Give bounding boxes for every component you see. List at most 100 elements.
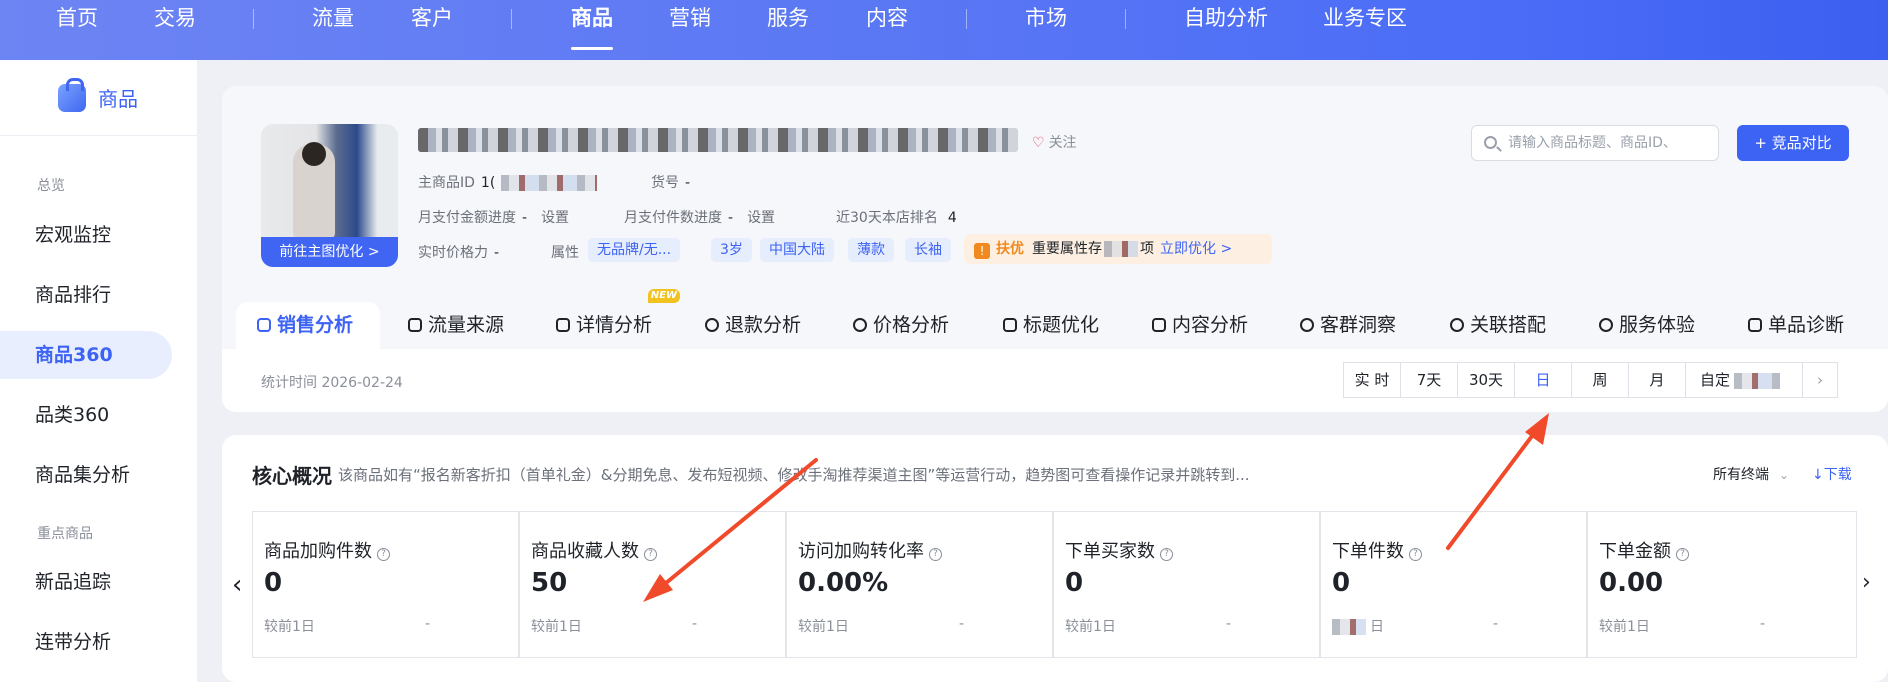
tab-label: 关联搭配 [1470,314,1547,336]
pay-count-set-link[interactable]: 设置 [747,210,775,226]
title-icon [1003,318,1017,332]
nav-traffic[interactable]: 流量 [312,0,354,60]
top-nav: 首页 交易 流量 客户 商品 营销 服务 内容 市场 自助分析 业务专区 [0,0,1888,60]
nav-self-analysis[interactable]: 自助分析 [1184,0,1268,60]
redacted-date [1734,372,1781,389]
tab-audience-insight[interactable]: 客群洞察 [1300,301,1396,349]
tab-label: 流量来源 [428,314,505,336]
help-icon[interactable]: ? [1409,548,1422,561]
period-next-arrow[interactable]: › [1802,362,1838,398]
tab-sales-analysis[interactable]: 销售分析 [257,301,353,349]
nav-service[interactable]: 服务 [767,0,809,60]
metric-order-buyers[interactable]: 下单买家数? 0 较前1日 - [1053,511,1320,658]
nav-marketing[interactable]: 营销 [669,0,711,60]
period-month[interactable]: 月 [1628,362,1686,398]
metric-delta: - [959,616,965,632]
nav-product[interactable]: 商品 [571,0,613,60]
attr-tag-sleeve[interactable]: 长袖 [905,238,951,262]
period-week[interactable]: 周 [1571,362,1629,398]
sku: 货号 - [651,172,690,192]
carousel-next-arrow[interactable]: › [1862,570,1871,595]
refund-icon [705,318,719,332]
content-icon [1152,318,1166,332]
metric-compare: 较前1日 [1065,619,1116,635]
product-image[interactable]: 前往主图优化 > [261,124,398,267]
terminal-select-value: 所有终端 [1713,467,1769,483]
download-button[interactable]: ↓下载 [1812,464,1852,484]
metric-value: 0 [1332,568,1351,598]
period-30d[interactable]: 30天 [1457,362,1515,398]
terminal-select[interactable]: 所有终端 ⌄ [1713,464,1789,484]
sidebar-item-new-tracking[interactable]: 新品追踪 [0,558,172,606]
nav-customer[interactable]: 客户 [411,0,453,60]
period-7d[interactable]: 7天 [1400,362,1458,398]
optimize-now-link[interactable]: 立即优化 > [1160,241,1232,257]
sidebar-item-product-360[interactable]: 商品360 [0,331,172,379]
metric-cart-count[interactable]: 商品加购件数? 0 较前1日 - [252,511,519,658]
pay-amount-progress: 月支付金额进度 - 设置 [418,207,569,227]
metric-label: 下单金额 [1599,541,1671,562]
metric-delta: - [1493,616,1499,632]
sidebar-item-product-rank[interactable]: 商品排行 [0,271,172,319]
sidebar-group-overview: 总览 [37,178,65,194]
price-power-value: - [494,245,500,261]
sidebar-item-macro-monitor[interactable]: 宏观监控 [0,211,172,259]
link-icon [1450,318,1464,332]
tab-traffic-source[interactable]: 流量来源 [408,301,504,349]
help-icon[interactable]: ? [1160,548,1173,561]
search-input[interactable]: 请输入商品标题、商品ID、 [1471,125,1719,161]
nav-content[interactable]: 内容 [866,0,908,60]
tab-detail-analysis[interactable]: 详情分析 NEW [556,289,681,349]
period-custom[interactable]: 自定 [1685,362,1803,398]
core-description: 该商品如有“报名新客折扣（首单礼金）&分期免息、发布短视频、修改手淘推荐渠道主图… [338,466,1250,484]
tab-label: 详情分析 [576,314,653,336]
attr-tag-thickness[interactable]: 薄款 [848,238,894,262]
metric-visit-cart-rate[interactable]: 访问加购转化率? 0.00% 较前1日 - [786,511,1053,658]
bag-icon [257,318,271,332]
period-realtime[interactable]: 实 时 [1343,362,1401,398]
pay-count-value: - [728,210,734,226]
metric-favorites[interactable]: 商品收藏人数? 50 较前1日 - [519,511,786,658]
sidebar-item-cross-analysis[interactable]: 连带分析 [0,618,172,666]
period-day[interactable]: 日 [1514,362,1572,398]
help-icon[interactable]: ? [377,548,390,561]
help-icon[interactable]: ? [644,548,657,561]
pay-amount-set-link[interactable]: 设置 [541,210,569,226]
help-icon[interactable]: ? [1676,548,1689,561]
nav-market[interactable]: 市场 [1025,0,1067,60]
users-icon [1300,318,1314,332]
attr-tag-age[interactable]: 3岁 [711,238,752,262]
tab-label: 价格分析 [873,314,950,336]
compare-button[interactable]: + 竞品对比 [1737,125,1849,161]
attr-tag-origin[interactable]: 中国大陆 [760,238,834,262]
carousel-prev-arrow[interactable]: ‹ [232,570,242,600]
metric-compare-redacted: 日 [1332,616,1384,636]
detail-icon [556,318,570,332]
metric-order-amount[interactable]: 下单金额? 0.00 较前1日 - [1587,511,1857,658]
attr-tag-brand[interactable]: 无品牌/无... [588,238,681,262]
tab-price-analysis[interactable]: 价格分析 [853,301,949,349]
metric-order-items[interactable]: 下单件数? 0 日 - [1320,511,1587,658]
tab-service-experience[interactable]: 服务体验 [1599,301,1695,349]
nav-business-zone[interactable]: 业务专区 [1323,0,1407,60]
help-icon[interactable]: ? [929,548,942,561]
sidebar-item-product-set[interactable]: 商品集分析 [0,451,172,499]
metric-label: 商品加购件数 [264,541,372,562]
main-id: 主商品ID 1( [418,172,598,192]
tab-item-diagnosis[interactable]: 单品诊断 [1748,301,1844,349]
rank-value: 4 [947,210,957,226]
shopping-bag-icon [58,77,86,112]
sidebar-item-category-360[interactable]: 品类360 [0,391,172,439]
nav-home[interactable]: 首页 [56,0,98,60]
main-image-optimize-button[interactable]: 前往主图优化 > [261,237,398,267]
boost-key: 扶优 [996,241,1024,257]
product-title-redacted [418,128,1018,152]
follow-button[interactable]: ♡ 关注 [1032,132,1077,152]
tab-refund-analysis[interactable]: 退款分析 [705,301,801,349]
headset-icon [1599,318,1613,332]
metric-value: 50 [531,568,568,598]
tab-title-optimize[interactable]: 标题优化 [1003,301,1099,349]
tab-content-analysis[interactable]: 内容分析 [1152,301,1248,349]
tab-related-matching[interactable]: 关联搭配 [1450,301,1546,349]
nav-trade[interactable]: 交易 [154,0,196,60]
